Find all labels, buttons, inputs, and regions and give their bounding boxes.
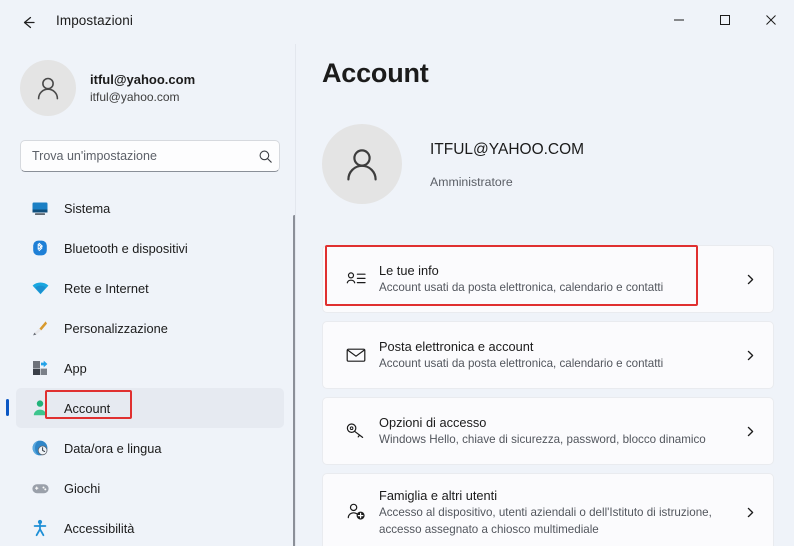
search-input[interactable] bbox=[21, 149, 251, 163]
person-add-icon bbox=[341, 501, 371, 523]
account-name: ITFUL@YAHOO.COM bbox=[430, 140, 585, 158]
sidebar-item-label: Data/ora e lingua bbox=[64, 440, 162, 456]
sidebar-item-app[interactable]: App bbox=[16, 348, 284, 388]
card-subtitle: Accesso al dispositivo, utenti aziendali… bbox=[379, 506, 712, 536]
profile-name: itful@yahoo.com bbox=[90, 72, 196, 88]
search-box[interactable] bbox=[20, 140, 280, 172]
minimize-button[interactable] bbox=[656, 0, 702, 44]
main-content: Account ITFUL@YAHOO.COM Amministratore L… bbox=[296, 44, 794, 546]
card-text: Famiglia e altri utenti Accesso al dispo… bbox=[371, 486, 737, 538]
sidebar-item-personalizzazione[interactable]: Personalizzazione bbox=[16, 308, 284, 348]
apps-icon bbox=[30, 358, 50, 378]
bluetooth-icon bbox=[30, 238, 50, 258]
paintbrush-icon bbox=[30, 318, 50, 338]
card-le-tue-info[interactable]: Le tue info Account usati da posta elett… bbox=[322, 245, 774, 313]
gamepad-icon bbox=[30, 478, 50, 498]
card-text: Posta elettronica e account Account usat… bbox=[371, 337, 737, 373]
person-avatar-icon bbox=[347, 149, 377, 181]
profile-email: itful@yahoo.com bbox=[90, 89, 180, 104]
chevron-right-icon[interactable] bbox=[737, 506, 763, 519]
close-button[interactable] bbox=[748, 0, 794, 44]
card-title: Opzioni di accesso bbox=[379, 415, 487, 431]
card-posta-elettronica-e-account[interactable]: Posta elettronica e account Account usat… bbox=[322, 321, 774, 389]
card-title: Le tue info bbox=[379, 263, 439, 279]
sidebar-profile[interactable]: itful@yahoo.com itful@yahoo.com bbox=[20, 60, 195, 116]
close-icon bbox=[765, 13, 777, 31]
sidebar-item-rete[interactable]: Rete e Internet bbox=[16, 268, 284, 308]
account-role: Amministratore bbox=[430, 175, 513, 190]
back-button[interactable] bbox=[12, 6, 44, 38]
sidebar-item-label: Accessibilità bbox=[64, 520, 135, 536]
maximize-icon bbox=[719, 13, 731, 31]
sidebar-item-label: App bbox=[64, 360, 87, 376]
card-text: Opzioni di accesso Windows Hello, chiave… bbox=[371, 413, 737, 449]
person-info-icon bbox=[341, 268, 371, 290]
sidebar-item-account[interactable]: Account bbox=[6, 388, 284, 428]
accessibility-icon bbox=[30, 518, 50, 538]
sidebar-item-label: Rete e Internet bbox=[64, 280, 149, 296]
sidebar-item-label: Sistema bbox=[64, 200, 111, 216]
sidebar-item-label: Account bbox=[64, 400, 111, 416]
monitor-icon bbox=[30, 198, 50, 218]
settings-window: Impostazioni itful@yahoo.com itful@yahoo… bbox=[0, 0, 794, 546]
chevron-right-icon[interactable] bbox=[737, 349, 763, 362]
card-subtitle: Account usati da posta elettronica, cale… bbox=[379, 281, 664, 295]
minimize-icon bbox=[673, 13, 685, 31]
card-subtitle: Account usati da posta elettronica, cale… bbox=[379, 357, 664, 371]
account-person-icon bbox=[30, 398, 50, 418]
person-avatar-icon bbox=[37, 77, 59, 100]
card-text: Le tue info Account usati da posta elett… bbox=[371, 261, 737, 297]
card-title: Famiglia e altri utenti bbox=[379, 487, 498, 503]
sidebar-item-label: Personalizzazione bbox=[64, 320, 168, 336]
sidebar: itful@yahoo.com itful@yahoo.com Trova un… bbox=[0, 44, 296, 546]
chevron-right-icon[interactable] bbox=[737, 273, 763, 286]
avatar bbox=[322, 124, 402, 204]
card-subtitle: Windows Hello, chiave di sicurezza, pass… bbox=[379, 433, 706, 447]
clock-globe-icon bbox=[30, 438, 50, 458]
maximize-button[interactable] bbox=[702, 0, 748, 44]
card-title: Posta elettronica e account bbox=[379, 339, 534, 355]
search-icon[interactable] bbox=[251, 149, 279, 164]
account-hero: ITFUL@YAHOO.COM Amministratore bbox=[322, 124, 584, 204]
card-famiglia-e-altri-utenti[interactable]: Famiglia e altri utenti Accesso al dispo… bbox=[322, 473, 774, 546]
page-title: Account bbox=[322, 58, 429, 88]
key-icon bbox=[341, 420, 371, 442]
window-controls bbox=[656, 0, 794, 44]
sidebar-item-accessibilita[interactable]: Accessibilità bbox=[16, 508, 284, 546]
sidebar-item-label: Giochi bbox=[64, 480, 101, 496]
sidebar-item-label: Bluetooth e dispositivi bbox=[64, 240, 188, 256]
avatar bbox=[20, 60, 76, 116]
sidebar-item-data-ora-lingua[interactable]: Data/ora e lingua bbox=[16, 428, 284, 468]
back-arrow-icon bbox=[20, 14, 37, 31]
wifi-icon bbox=[30, 278, 50, 298]
sidebar-item-bluetooth[interactable]: Bluetooth e dispositivi bbox=[16, 228, 284, 268]
window-title: Impostazioni bbox=[56, 13, 133, 28]
sidebar-item-giochi[interactable]: Giochi bbox=[16, 468, 284, 508]
title-bar: Impostazioni bbox=[0, 0, 794, 44]
settings-card-list: Le tue info Account usati da posta elett… bbox=[322, 245, 774, 546]
chevron-right-icon[interactable] bbox=[737, 425, 763, 438]
sidebar-nav: Sistema Bluetooth e dispositivi Rete e I… bbox=[0, 188, 296, 546]
envelope-icon bbox=[341, 344, 371, 366]
sidebar-item-sistema[interactable]: Sistema bbox=[16, 188, 284, 228]
card-opzioni-di-accesso[interactable]: Opzioni di accesso Windows Hello, chiave… bbox=[322, 397, 774, 465]
